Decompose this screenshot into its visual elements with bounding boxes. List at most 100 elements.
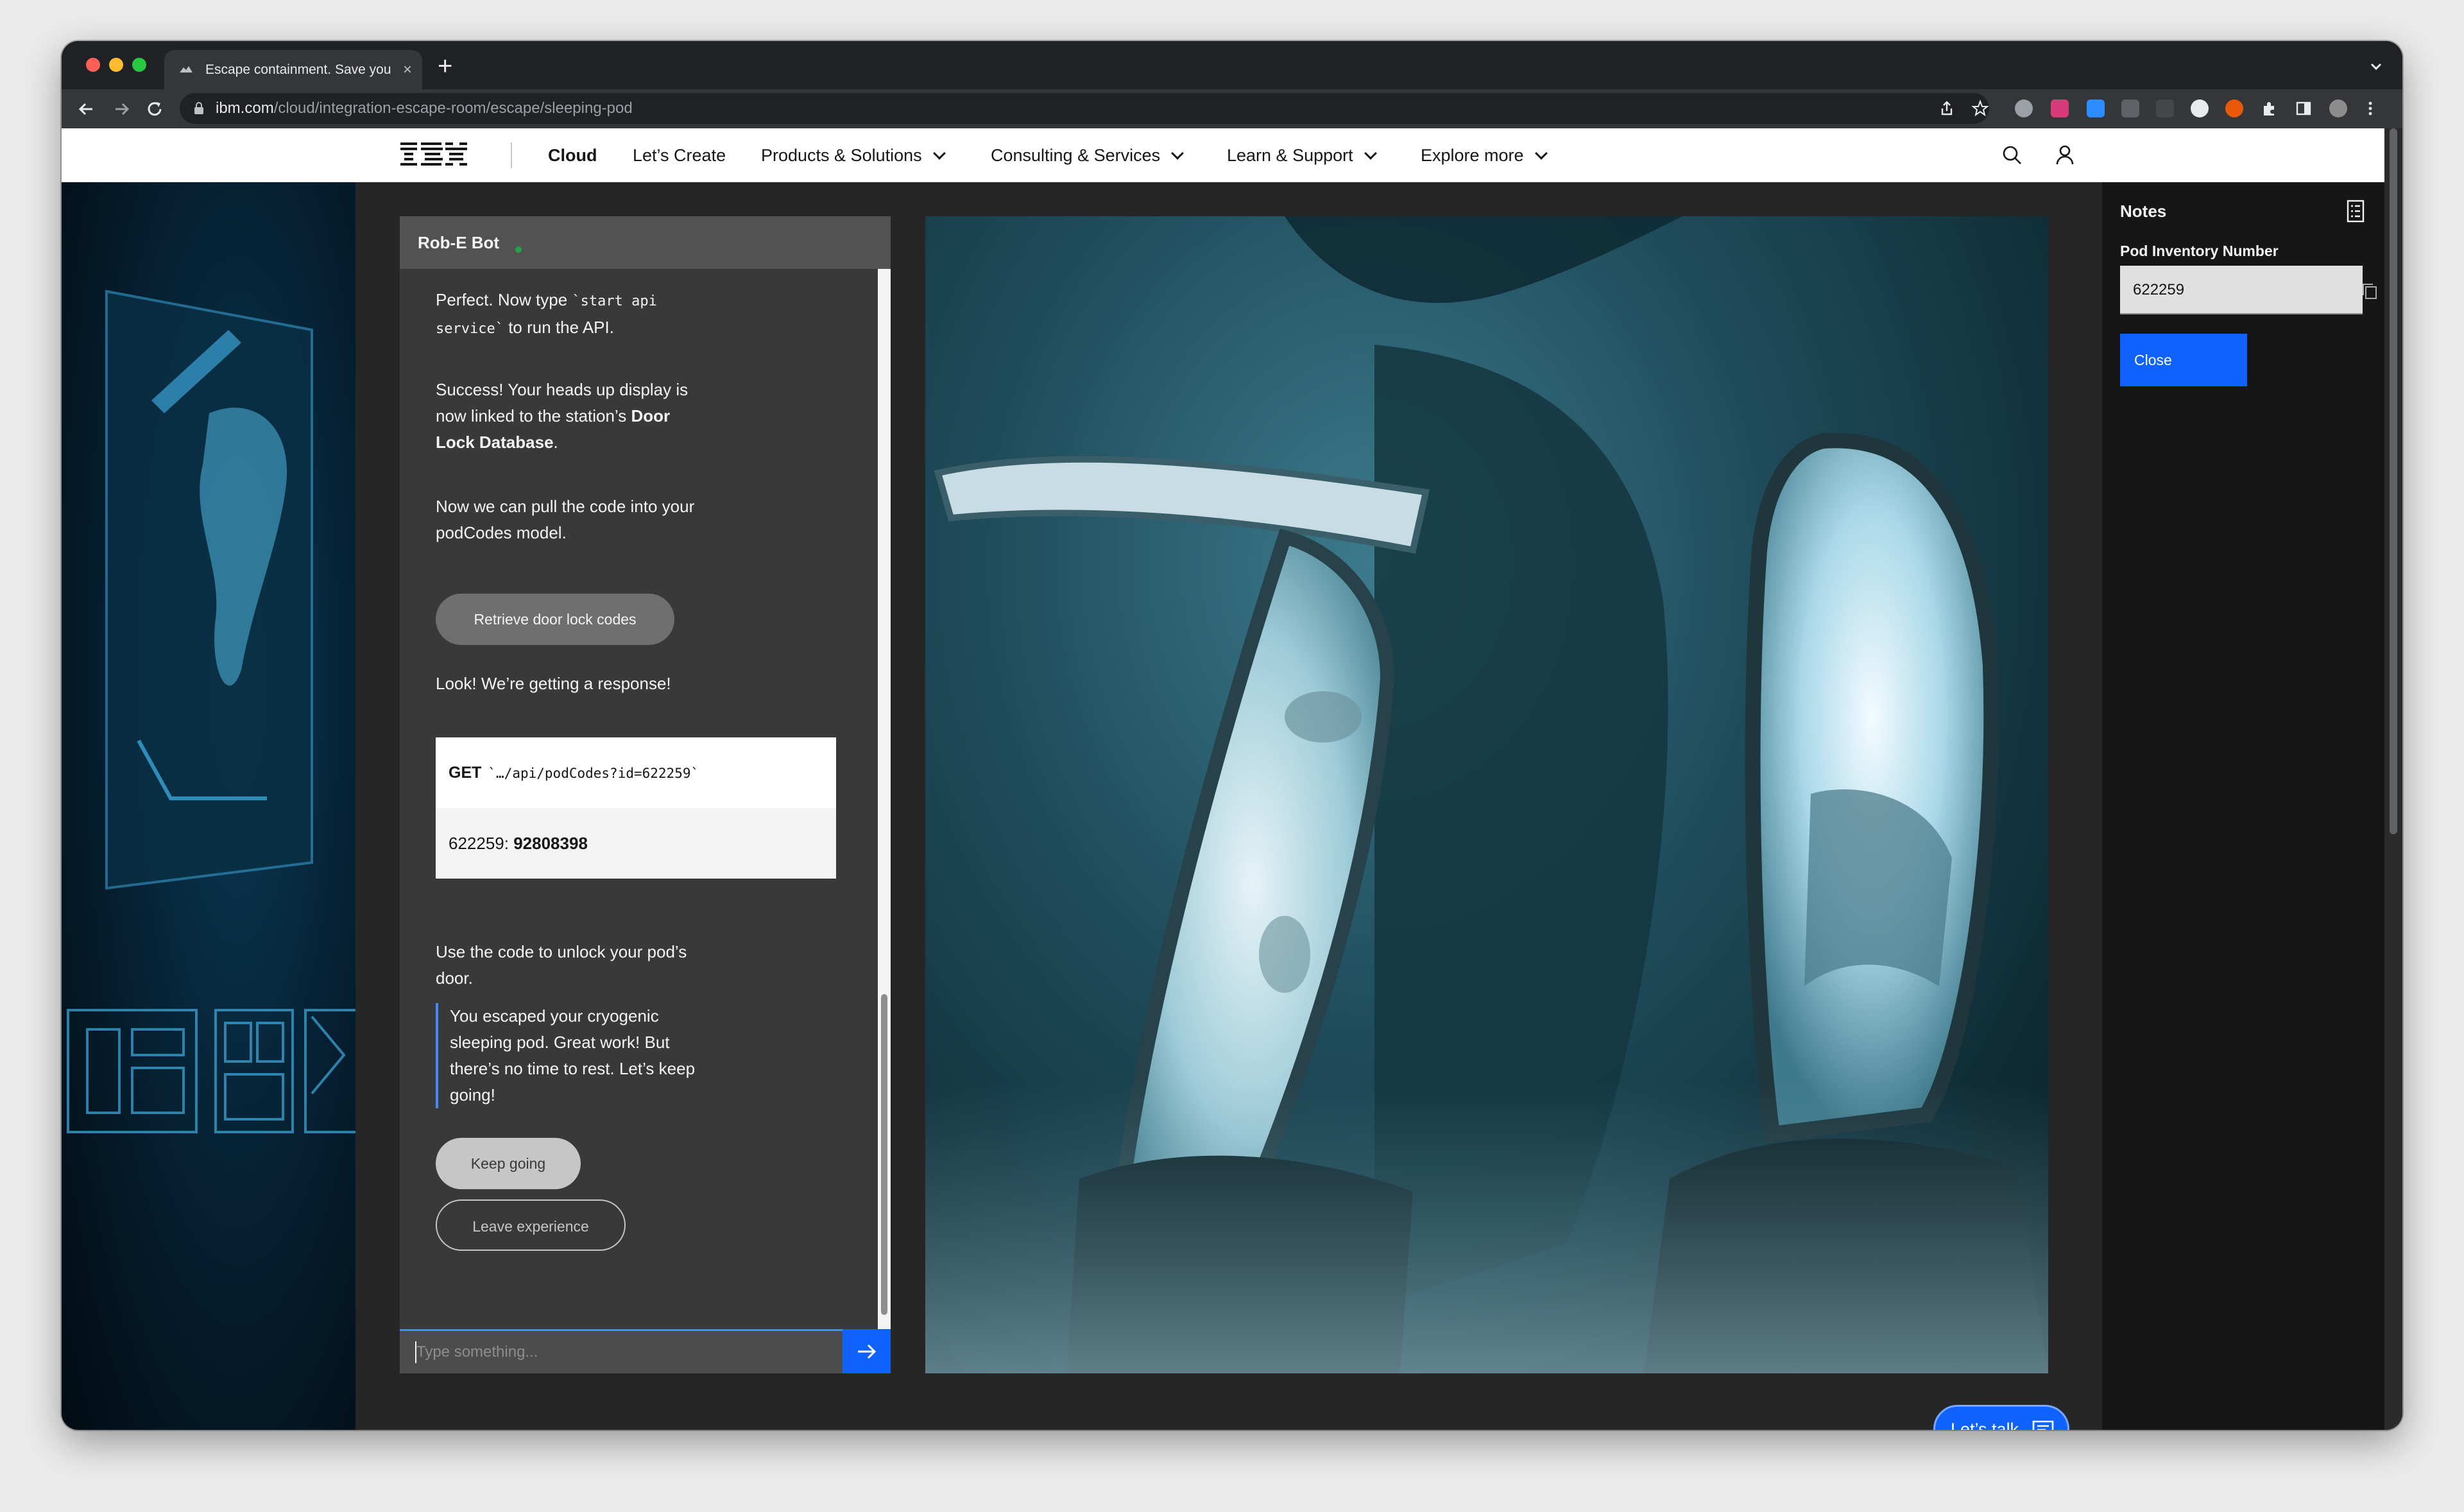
favicon-icon [180,66,193,73]
ibm-logo[interactable] [400,141,467,168]
chevron-down-icon [1534,147,1548,160]
api-result-key: 622259: [449,834,514,853]
chat-header: Rob-E Bot [400,216,891,269]
chat-scrollbar-thumb[interactable] [881,994,887,1315]
browser-toolbar: ibm.com/cloud/integration-escape-room/es… [62,89,2402,128]
notes-panel-edge [2088,182,2102,1430]
api-request-line: GET `…/api/podCodes?id=622259` [436,737,836,808]
share-icon[interactable] [1938,99,1956,117]
tab-title: Escape containment. Save you [205,62,391,77]
http-method: GET [449,764,482,782]
url-host: ibm.com [216,99,274,117]
notes-list-icon[interactable] [2346,199,2365,223]
nav-item-label: Cloud [548,146,597,165]
extension-m-icon[interactable] [2051,99,2069,117]
nav-item-label: Explore more [1421,146,1524,165]
background-hologram-image [62,182,355,1430]
chat-panel: Rob-E Bot Perfect. Now type `start api s… [400,216,891,1373]
lock-icon [194,102,203,114]
chat-bubble-icon [2032,1420,2054,1430]
extension-vd-icon[interactable] [2156,99,2174,117]
api-result-line: 622259: 92808398 [436,808,836,879]
kebab-menu-icon[interactable] [2361,99,2379,117]
close-button[interactable]: Close [2120,334,2247,386]
reload-icon[interactable] [142,97,167,121]
chat-input-placeholder: Type something... [416,1343,538,1361]
chevron-down-icon [1171,147,1185,160]
tab-strip: Escape containment. Save you × + [62,41,2402,90]
page-content: Rob-E Bot Perfect. Now type `start api s… [62,182,2384,1430]
chat-message-highlighted: You escaped your cryogenic sleeping pod.… [436,1003,705,1108]
page-scrollbar[interactable] [2384,128,2402,1430]
api-response-card: GET `…/api/podCodes?id=622259` 622259: 92… [436,737,836,879]
lets-talk-label: Let’s talk [1951,1420,2019,1430]
notes-panel: Notes Pod Inventory Number 622259 Close [2088,182,2384,1430]
masthead-divider [511,142,512,168]
forward-arrow-icon[interactable] [109,97,133,121]
chat-message: Perfect. Now type `start api service` to… [436,287,705,342]
chevron-down-icon [1364,147,1377,160]
page-scrollbar-thumb[interactable] [2390,128,2397,834]
nav-item-label: Consulting & Services [991,146,1161,165]
nav-item-learn-support[interactable]: Learn & Support [1227,128,1377,182]
hologram-display-graphic [67,289,355,1133]
retrieve-door-lock-codes-button[interactable]: Retrieve door lock codes [436,594,674,645]
minimize-window-button[interactable] [109,58,123,72]
nav-item-cloud[interactable]: Cloud [548,128,597,182]
cryo-pod-illustration [925,216,2048,1373]
notes-title: Notes [2120,202,2167,221]
nav-item-label: Let’s Create [633,146,726,165]
chat-message: Look! We’re getting a response! [436,674,671,693]
chat-message: Now we can pull the code into your podCo… [436,497,695,542]
api-path: `…/api/podCodes?id=622259` [488,766,699,781]
chat-scrollbar[interactable] [878,269,891,1329]
extensions-puzzle-icon[interactable] [2260,99,2278,117]
nav-item-explore-more[interactable]: Explore more [1421,128,1548,182]
pod-inventory-label: Pod Inventory Number [2120,243,2279,259]
extension-new-icon[interactable] [2121,99,2139,117]
chat-message: Success! Your heads up display is now li… [436,377,705,456]
zoom-window-button[interactable] [132,58,146,72]
nav-item-label: Products & Solutions [761,146,922,165]
chat-input[interactable]: Type something... [400,1329,843,1373]
tab-search-chevron-icon[interactable] [2369,59,2383,73]
copy-icon[interactable] [2361,282,2378,300]
chevron-down-icon [932,147,946,160]
keep-going-button[interactable]: Keep going [436,1138,581,1189]
api-result-value: 92808398 [513,834,588,853]
side-panel-icon[interactable] [2295,99,2313,117]
send-arrow-icon[interactable] [843,1329,891,1373]
message-text: Perfect. Now type [436,290,572,309]
user-icon[interactable] [2052,142,2078,168]
close-window-button[interactable] [86,58,100,72]
nav-item-consulting-services[interactable]: Consulting & Services [991,128,1185,182]
lets-talk-button[interactable]: Let’s talk [1933,1405,2069,1430]
browser-tab[interactable]: Escape containment. Save you × [164,50,422,90]
nav-item-lets-create[interactable]: Let’s Create [633,128,726,182]
extension-mask-icon[interactable] [2191,99,2209,117]
sleeping-pod-scene-image [925,216,2048,1373]
search-icon[interactable] [1999,142,2025,168]
nav-item-products-solutions[interactable]: Products & Solutions [761,128,946,182]
ibm-masthead: Cloud Let’s Create Products & Solutions … [62,128,2384,182]
new-tab-button[interactable]: + [438,50,452,82]
browser-window: Escape containment. Save you × + ibm.com… [62,41,2402,1430]
text-cursor [415,1341,416,1363]
profile-avatar[interactable] [2329,99,2347,117]
extension-honey-icon[interactable] [2225,99,2243,117]
leave-experience-button[interactable]: Leave experience [436,1199,626,1251]
url-path: /cloud/integration-escape-room/escape/sl… [273,99,633,117]
extension-grammarly-icon[interactable] [2015,99,2033,117]
bot-name: Rob-E Bot [418,233,500,252]
message-text: to run the API. [503,318,614,337]
extension-zoom-icon[interactable] [2087,99,2105,117]
online-status-dot [515,246,522,253]
bookmark-star-icon[interactable] [1971,99,1989,117]
address-bar[interactable]: ibm.com/cloud/integration-escape-room/es… [180,93,1989,124]
pod-inventory-value: 622259 [2133,281,2185,298]
chat-message: Use the code to unlock your pod’s door. [436,942,687,988]
back-arrow-icon[interactable] [74,97,99,121]
pod-inventory-field[interactable]: 622259 [2120,266,2377,314]
message-text: . [553,433,558,452]
tab-close-icon[interactable]: × [403,50,412,90]
